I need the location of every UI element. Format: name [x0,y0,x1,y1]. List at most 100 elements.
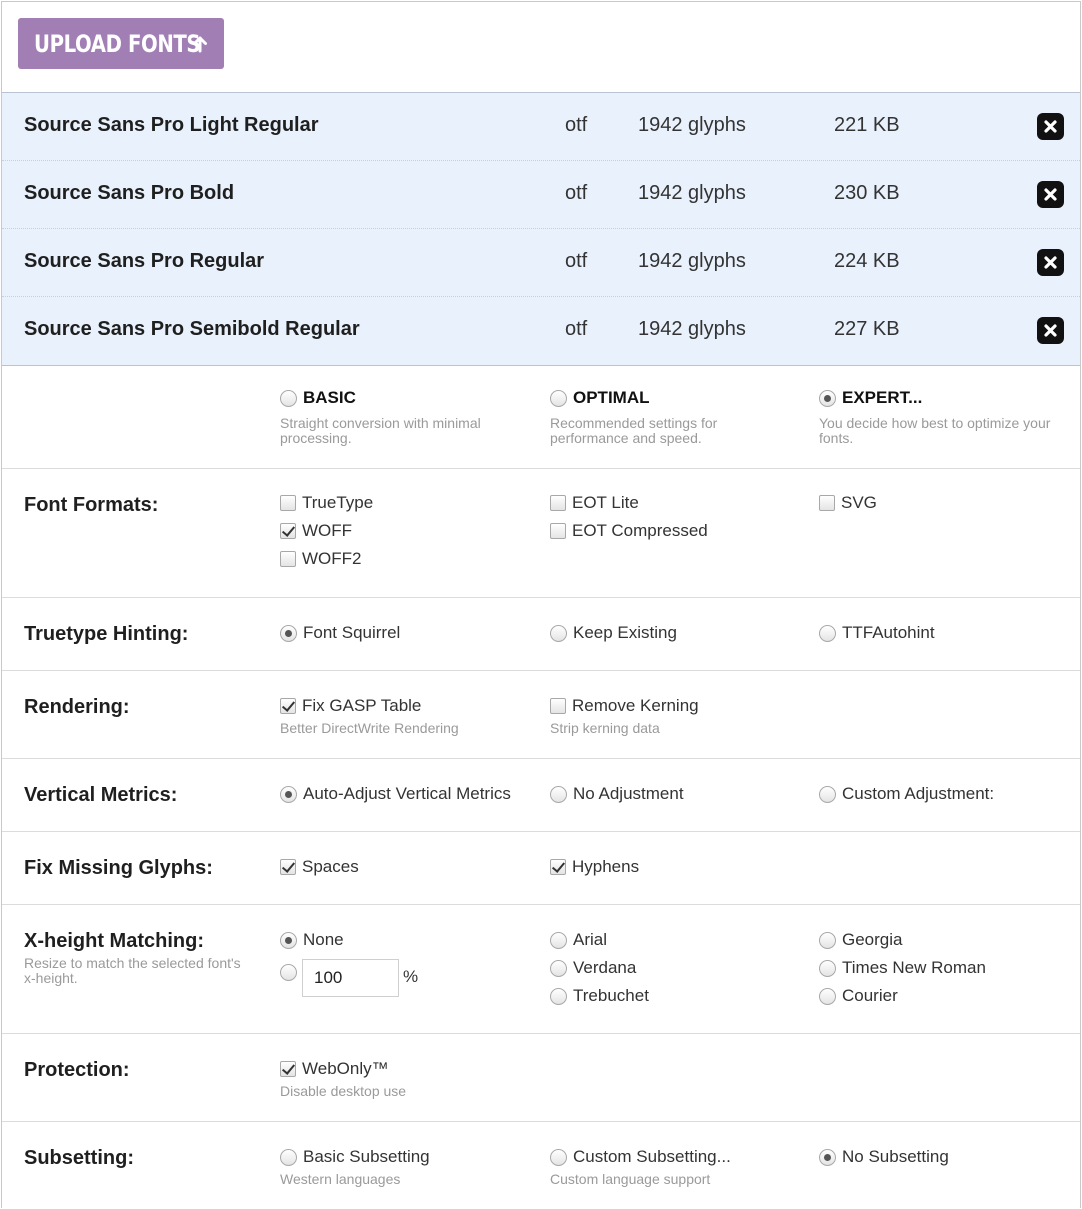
webonly-checkbox[interactable] [280,1061,296,1077]
format-woff2-checkbox[interactable] [280,551,296,567]
vm-none-radio[interactable] [550,785,567,803]
vertical-metrics-section: Vertical Metrics: Auto-Adjust Vertical M… [2,759,1080,832]
close-icon [1044,256,1057,269]
remove-kerning-desc: Strip kerning data [550,720,660,736]
glyph-hyphens-checkbox[interactable] [550,859,566,875]
vm-auto-option[interactable]: Auto-Adjust Vertical Metrics [280,784,511,804]
subset-basic-desc: Western languages [280,1171,401,1187]
font-file-size: 227 KB [834,318,900,340]
font-name: Source Sans Pro Regular [24,250,265,272]
xh-times-radio[interactable] [819,959,836,977]
format-truetype-label: TrueType [302,493,374,512]
xh-georgia-radio[interactable] [819,931,836,949]
font-glyph-count: 1942 glyphs [638,114,746,136]
vm-custom-label: Custom Adjustment: [842,784,995,803]
xh-trebuchet-label: Trebuchet [573,986,649,1005]
xheight-label: X-height Matching: [24,930,204,952]
xh-verdana-radio[interactable] [550,959,567,977]
format-woff-option[interactable]: WOFF [280,521,352,541]
subset-basic-radio[interactable] [280,1148,297,1166]
hinting-font-squirrel-radio[interactable] [280,624,297,642]
glyph-spaces-option[interactable]: Spaces [280,857,359,877]
hinting-ttfautohint-radio[interactable] [819,624,836,642]
remove-kerning-checkbox[interactable] [550,698,566,714]
font-name: Source Sans Pro Light Regular [24,114,319,136]
subset-custom-desc: Custom language support [550,1171,711,1187]
format-woff2-option[interactable]: WOFF2 [280,549,362,569]
vm-custom-option[interactable]: Custom Adjustment: [819,784,994,804]
xh-custom-option[interactable] [280,964,297,981]
subset-basic-option[interactable]: Basic Subsetting [280,1147,430,1167]
xh-georgia-option[interactable]: Georgia [819,930,902,950]
subset-custom-option[interactable]: Custom Subsetting... [550,1147,731,1167]
protection-label: Protection: [24,1059,130,1081]
xh-none-option[interactable]: None [280,930,344,950]
subset-custom-radio[interactable] [550,1148,567,1166]
format-eot-lite-option[interactable]: EOT Lite [550,493,639,513]
glyph-hyphens-option[interactable]: Hyphens [550,857,639,877]
webonly-option[interactable]: WebOnly™ [280,1059,389,1079]
format-woff-label: WOFF [302,521,353,540]
remove-font-button[interactable] [1037,113,1064,140]
xh-courier-radio[interactable] [819,987,836,1005]
format-woff-checkbox[interactable] [280,523,296,539]
upload-fonts-label: UPLOAD FONTS [34,29,201,58]
xh-arial-radio[interactable] [550,931,567,949]
mode-basic-label: BASIC [303,388,356,407]
remove-font-button[interactable] [1037,317,1064,344]
remove-font-button[interactable] [1037,249,1064,276]
font-file-size: 224 KB [834,250,900,272]
xh-trebuchet-option[interactable]: Trebuchet [550,986,649,1006]
mode-expert-radio[interactable] [819,389,836,407]
format-truetype-checkbox[interactable] [280,495,296,511]
format-svg-checkbox[interactable] [819,495,835,511]
format-svg-label: SVG [841,493,877,512]
mode-expert-option[interactable]: EXPERT... [819,388,922,408]
xh-none-radio[interactable] [280,931,297,949]
remove-kerning-label: Remove Kerning [572,696,699,715]
close-icon [1044,188,1057,201]
format-eot-compressed-option[interactable]: EOT Compressed [550,521,708,541]
vm-none-label: No Adjustment [573,784,684,803]
vm-custom-radio[interactable] [819,785,836,803]
hinting-keep-existing-radio[interactable] [550,624,567,642]
webonly-desc: Disable desktop use [280,1083,407,1099]
mode-optimal-option[interactable]: OPTIMAL [550,388,650,408]
mode-basic-radio[interactable] [280,389,297,407]
mode-basic-option[interactable]: BASIC [280,388,356,408]
xh-percent-input[interactable]: 100 [302,959,399,997]
xh-verdana-label: Verdana [573,958,637,977]
xh-custom-radio[interactable] [280,964,297,981]
truetype-hinting-label: Truetype Hinting: [24,623,189,645]
font-row: Source Sans Pro Light Regular otf 1942 g… [2,93,1080,161]
fix-gasp-option[interactable]: Fix GASP Table [280,696,421,716]
xh-verdana-option[interactable]: Verdana [550,958,636,978]
hinting-ttfautohint-option[interactable]: TTFAutohint [819,623,935,643]
subset-none-radio[interactable] [819,1148,836,1166]
close-icon [1044,324,1057,337]
hinting-font-squirrel-option[interactable]: Font Squirrel [280,623,400,643]
remove-kerning-option[interactable]: Remove Kerning [550,696,699,716]
xh-trebuchet-radio[interactable] [550,987,567,1005]
xh-times-option[interactable]: Times New Roman [819,958,986,978]
xh-arial-option[interactable]: Arial [550,930,607,950]
upload-fonts-button[interactable]: UPLOAD FONTS [18,18,224,69]
fix-gasp-checkbox[interactable] [280,698,296,714]
subset-none-option[interactable]: No Subsetting [819,1147,949,1167]
xh-courier-option[interactable]: Courier [819,986,898,1006]
mode-optimal-desc: Recommended settings for performance and… [550,415,718,446]
glyph-spaces-checkbox[interactable] [280,859,296,875]
format-truetype-option[interactable]: TrueType [280,493,373,513]
remove-font-button[interactable] [1037,181,1064,208]
mode-optimal-radio[interactable] [550,389,567,407]
format-eot-lite-checkbox[interactable] [550,495,566,511]
mode-expert-desc: You decide how best to optimize your fon… [819,415,1051,446]
vm-none-option[interactable]: No Adjustment [550,784,684,804]
format-svg-option[interactable]: SVG [819,493,877,513]
vm-auto-radio[interactable] [280,785,297,803]
format-eot-compressed-checkbox[interactable] [550,523,566,539]
hinting-keep-existing-option[interactable]: Keep Existing [550,623,677,643]
xh-arial-label: Arial [573,930,608,949]
rendering-section: Rendering: Fix GASP Table Better DirectW… [2,671,1080,759]
subsetting-section: Subsetting: Basic Subsetting Western lan… [2,1122,1080,1208]
